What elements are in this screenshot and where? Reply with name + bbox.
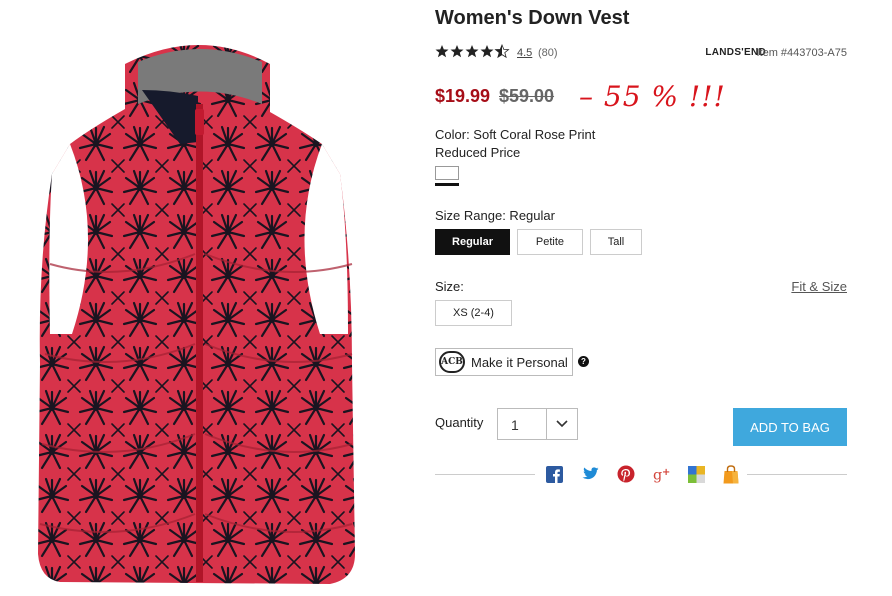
size-xs-button[interactable]: XS (2-4) bbox=[435, 300, 512, 326]
quantity-divider bbox=[546, 409, 547, 439]
svg-text:g: g bbox=[653, 467, 662, 483]
pinterest-icon[interactable] bbox=[617, 465, 635, 483]
color-label: Color: Soft Coral Rose Print bbox=[435, 127, 596, 142]
facebook-icon[interactable] bbox=[545, 465, 563, 483]
twitter-icon[interactable] bbox=[581, 465, 599, 483]
quantity-value: 1 bbox=[511, 417, 519, 433]
size-range-label: Size Range: Regular bbox=[435, 208, 555, 223]
quantity-select[interactable]: 1 bbox=[497, 408, 578, 440]
size-range-tall-button[interactable]: Tall bbox=[590, 229, 642, 255]
chevron-down-icon bbox=[556, 420, 568, 428]
share-divider-left bbox=[435, 474, 535, 475]
rating-value-link[interactable]: 4.5 bbox=[517, 47, 532, 59]
discount-annotation: – 55 % !!! bbox=[579, 80, 726, 113]
review-count: (80) bbox=[538, 47, 558, 59]
google-plus-icon[interactable]: g + bbox=[653, 465, 671, 483]
svg-text:+: + bbox=[662, 467, 670, 478]
monogram-icon: ACB bbox=[439, 351, 465, 373]
help-icon[interactable]: ? bbox=[578, 356, 589, 367]
fit-and-size-link[interactable]: Fit & Size bbox=[791, 279, 847, 294]
make-it-personal-button[interactable]: ACB Make it Personal bbox=[435, 348, 573, 376]
add-to-bag-button[interactable]: ADD TO BAG bbox=[733, 408, 847, 446]
product-image bbox=[30, 34, 370, 596]
item-number: Item #443703-A75 bbox=[756, 47, 847, 59]
make-it-personal-label: Make it Personal bbox=[471, 354, 568, 370]
size-range-regular-button[interactable]: Regular bbox=[435, 229, 510, 255]
product-details: Women's Down Vest 4.5 (80) LANDS'END Ite… bbox=[435, 0, 847, 596]
product-title: Women's Down Vest bbox=[435, 7, 630, 29]
delicious-icon[interactable] bbox=[687, 465, 705, 483]
size-range-petite-button[interactable]: Petite bbox=[517, 229, 583, 255]
shopping-bag-icon[interactable] bbox=[722, 464, 740, 483]
size-label: Size: bbox=[435, 279, 464, 294]
swatch-selected-indicator bbox=[435, 183, 459, 186]
rating-row: 4.5 (80) LANDS'END Item #443703-A75 bbox=[435, 44, 847, 62]
quantity-label: Quantity bbox=[435, 415, 484, 430]
star-rating-icon bbox=[435, 44, 509, 58]
price-row: $19.99 $59.00 – 55 % !!! bbox=[435, 80, 847, 116]
original-price: $59.00 bbox=[499, 86, 555, 106]
reduced-price-label: Reduced Price bbox=[435, 145, 521, 160]
share-divider-right bbox=[747, 474, 847, 475]
sale-price: $19.99 bbox=[435, 86, 491, 106]
color-swatch[interactable] bbox=[435, 166, 459, 180]
